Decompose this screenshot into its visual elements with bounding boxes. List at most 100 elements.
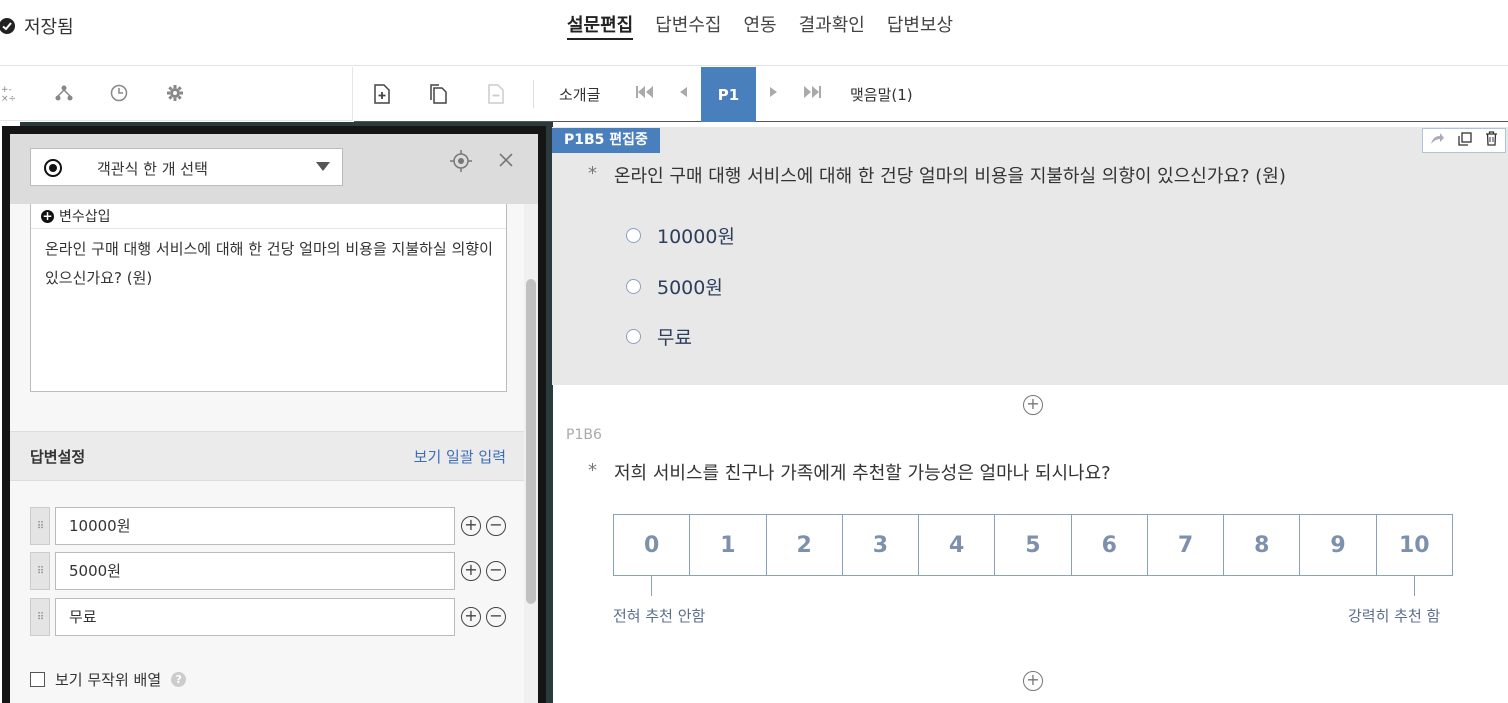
scale-option[interactable]: 5: [995, 515, 1072, 575]
check-circle-icon: [0, 18, 15, 34]
question-text[interactable]: 온라인 구매 대행 서비스에 대해 한 건당 얼마의 비용을 지불하실 의향이 …: [45, 235, 495, 293]
tab-results[interactable]: 결과확인: [799, 12, 865, 40]
delete-page-icon[interactable]: [486, 84, 506, 104]
drag-handle-icon[interactable]: ⠿: [30, 598, 50, 636]
gear-icon[interactable]: [165, 83, 185, 103]
copy-page-icon[interactable]: [428, 84, 448, 104]
option-row: ⠿ 무료 + −: [30, 598, 510, 636]
drag-handle-icon[interactable]: ⠿: [30, 552, 50, 590]
bulk-input-link[interactable]: 보기 일괄 입력: [414, 446, 506, 467]
question-title: 온라인 구매 대행 서비스에 대해 한 건당 얼마의 비용을 지불하실 의향이 …: [614, 166, 1286, 187]
option-row: ⠿ 5000원 + −: [30, 552, 510, 590]
calculator-icon[interactable]: +- ×÷: [0, 83, 20, 103]
choice-label: 무료: [657, 326, 692, 349]
scrollbar-thumb[interactable]: [526, 279, 536, 604]
required-marker: *: [588, 460, 597, 481]
left-toolbar: +- ×÷: [0, 67, 353, 121]
page-tab-p1[interactable]: P1: [701, 67, 756, 122]
duplicate-icon[interactable]: [1458, 131, 1472, 150]
required-marker: *: [588, 163, 597, 184]
choice-option[interactable]: 무료: [626, 323, 692, 349]
tab-integration[interactable]: 연동: [744, 12, 777, 40]
choice-option[interactable]: 5000원: [626, 273, 723, 299]
scale-option[interactable]: 10: [1377, 515, 1452, 575]
scale-high-label: 강력히 추천 함: [1348, 607, 1441, 625]
answer-settings-title: 답변설정: [30, 448, 86, 466]
scale-option[interactable]: 9: [1300, 515, 1377, 575]
option-input[interactable]: 10000원: [55, 507, 455, 545]
prev-page-icon[interactable]: [678, 85, 688, 103]
scale-tick: [651, 576, 652, 596]
scale-option[interactable]: 0: [614, 515, 691, 575]
question-block-selected[interactable]: P1B5 편집중 * 온라인 구매 대행 서비스에 대해 한 건당 얼마의 비용…: [552, 127, 1508, 385]
scale-option[interactable]: 8: [1224, 515, 1301, 575]
add-question-icon[interactable]: +: [1023, 395, 1043, 415]
close-icon[interactable]: [498, 153, 518, 182]
nps-scale: 0 1 2 3 4 5 6 7 8 9 10: [613, 514, 1453, 576]
question-actions: [1422, 128, 1506, 153]
scale-option[interactable]: 4: [919, 515, 996, 575]
random-order-checkbox[interactable]: [30, 671, 45, 687]
branch-icon[interactable]: [54, 83, 74, 103]
radio-button-icon: [44, 159, 62, 177]
add-option-icon[interactable]: +: [461, 516, 481, 536]
remove-option-icon[interactable]: −: [486, 607, 506, 627]
top-bar: 저장됨 설문편집 답변수집 연동 결과확인 답변보상: [0, 0, 1508, 66]
help-icon[interactable]: ?: [171, 671, 187, 687]
save-status-label: 저장됨: [24, 17, 74, 38]
trash-icon[interactable]: [1485, 131, 1498, 150]
insert-variable-label: 변수삽입: [59, 209, 111, 225]
question-id: P1B6: [566, 427, 602, 443]
random-order-label: 보기 무작위 배열: [55, 670, 162, 689]
option-input[interactable]: 무료: [55, 598, 455, 636]
plus-circle-icon: +: [41, 208, 54, 223]
scale-option[interactable]: 6: [1072, 515, 1148, 575]
toolbar-divider: [533, 80, 534, 108]
radio-circle-icon[interactable]: [626, 328, 641, 344]
tab-survey-edit[interactable]: 설문편집: [567, 12, 634, 40]
scale-option[interactable]: 3: [843, 515, 920, 575]
closing-page-link[interactable]: 맺음말(1): [850, 84, 913, 105]
tab-collect-responses[interactable]: 답변수집: [655, 12, 721, 40]
editor-scrollbar[interactable]: [524, 204, 538, 703]
first-page-icon[interactable]: [636, 85, 654, 103]
remove-option-icon[interactable]: −: [486, 516, 506, 536]
add-option-icon[interactable]: +: [461, 607, 481, 627]
editor-header: 객관식 한 개 선택: [10, 134, 538, 204]
caret-down-icon: [316, 162, 330, 171]
tab-rewards[interactable]: 답변보상: [887, 12, 953, 40]
save-status: 저장됨: [0, 12, 74, 40]
intro-page-link[interactable]: 소개글: [559, 84, 600, 105]
random-order-option: 보기 무작위 배열 ?: [30, 668, 187, 690]
scale-option[interactable]: 1: [690, 515, 767, 575]
main-tabs: 설문편집 답변수집 연동 결과확인 답변보상: [567, 12, 953, 40]
drag-handle-icon[interactable]: ⠿: [30, 507, 50, 545]
move-icon[interactable]: [1430, 132, 1445, 149]
add-question-icon[interactable]: +: [1023, 671, 1043, 691]
radio-circle-icon[interactable]: [626, 227, 641, 243]
radio-circle-icon[interactable]: [626, 278, 641, 294]
question-type-label: 객관식 한 개 선택: [97, 160, 208, 178]
scale-option[interactable]: 7: [1148, 515, 1225, 575]
question-text-editor[interactable]: + 변수삽입 온라인 구매 대행 서비스에 대해 한 건당 얼마의 비용을 지불…: [30, 204, 507, 392]
last-page-icon[interactable]: [803, 85, 821, 103]
scale-low-label: 전혀 추천 안함: [613, 607, 706, 625]
choice-option[interactable]: 10000원: [626, 222, 735, 248]
svg-text:×÷: ×÷: [1, 94, 16, 102]
add-option-icon[interactable]: +: [461, 561, 481, 581]
question-editor-panel: 객관식 한 개 선택 + 변수삽입 온라인 구매 대행 서비스에 대해 한 건당…: [2, 126, 546, 703]
clock-icon[interactable]: [109, 83, 129, 103]
choice-label: 5000원: [657, 276, 723, 299]
insert-variable-button[interactable]: + 변수삽입: [41, 204, 111, 228]
remove-option-icon[interactable]: −: [486, 561, 506, 581]
answer-settings-header: 답변설정 보기 일괄 입력: [10, 431, 526, 481]
next-page-icon[interactable]: [769, 85, 779, 103]
editing-badge: P1B5 편집중: [552, 128, 660, 153]
question-type-select[interactable]: 객관식 한 개 선택: [30, 148, 343, 186]
scale-tick: [1414, 576, 1415, 596]
add-page-icon[interactable]: [372, 84, 392, 104]
option-input[interactable]: 5000원: [55, 552, 455, 590]
scale-option[interactable]: 2: [767, 515, 843, 575]
target-icon[interactable]: [450, 150, 472, 184]
page-toolbar: 소개글 P1 맺음말(1): [354, 67, 1508, 122]
